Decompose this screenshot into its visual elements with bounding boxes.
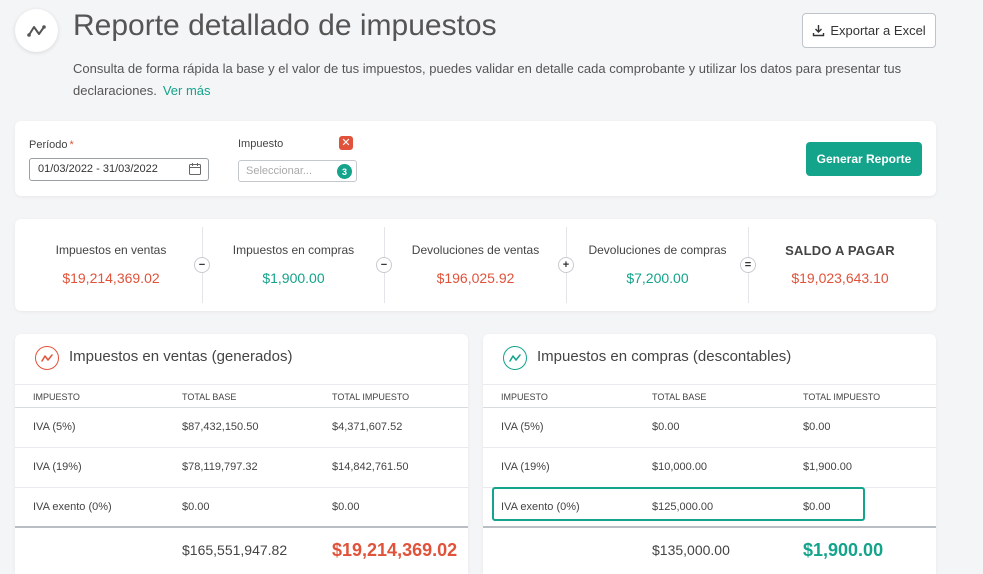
see-more-link[interactable]: Ver más: [163, 83, 211, 98]
table-row[interactable]: IVA (5%) $87,432,150.50 $4,371,607.52: [15, 408, 468, 448]
summary-balance-due: SALDO A PAGAR $19,023,643.10: [749, 219, 931, 311]
purchase-taxes-table: Impuestos en compras (descontables) IMPU…: [483, 334, 936, 574]
total-base: $165,551,947.82: [182, 542, 288, 558]
table-row[interactable]: IVA exento (0%) $125,000.00 $0.00: [483, 488, 936, 528]
generate-report-button[interactable]: Generar Reporte: [806, 142, 922, 176]
period-value: 01/03/2022 - 31/03/2022: [38, 163, 158, 175]
export-excel-label: Exportar a Excel: [830, 23, 926, 38]
selected-count-badge: 3: [337, 164, 352, 179]
summary-sales-returns: Devoluciones de ventas $196,025.92: [385, 219, 566, 311]
table-total-row: $135,000.00 $1,900.00: [483, 526, 936, 574]
summary-value: $7,200.00: [626, 270, 689, 286]
total-tax: $1,900.00: [803, 540, 884, 560]
table-row[interactable]: IVA exento (0%) $0.00 $0.00: [15, 488, 468, 528]
table-row[interactable]: IVA (5%) $0.00 $0.00: [483, 408, 936, 448]
clear-tax-icon[interactable]: ✕: [339, 136, 353, 150]
tax-placeholder: Seleccionar...: [246, 165, 313, 177]
page-description: Consulta de forma rápida la base y el va…: [73, 58, 903, 102]
summary-purchase-taxes: Impuestos en compras $1,900.00: [203, 219, 384, 311]
purchases-table-title: Impuestos en compras (descontables): [537, 348, 792, 365]
tax-select[interactable]: Seleccionar... 3: [238, 160, 357, 182]
table-header: IMPUESTO TOTAL BASE TOTAL IMPUESTO: [483, 384, 936, 408]
download-icon: [813, 25, 825, 37]
filter-panel: Período * 01/03/2022 - 31/03/2022 Impuest…: [15, 121, 936, 196]
table-header: IMPUESTO TOTAL BASE TOTAL IMPUESTO: [15, 384, 468, 408]
sales-taxes-table: Impuestos en ventas (generados) IMPUESTO…: [15, 334, 468, 574]
report-chart-icon: [15, 9, 58, 52]
export-excel-button[interactable]: Exportar a Excel: [802, 13, 936, 48]
table-row[interactable]: IVA (19%) $10,000.00 $1,900.00: [483, 448, 936, 488]
purchases-trend-icon: [503, 346, 527, 370]
required-mark: *: [69, 139, 74, 151]
tax-summary-panel: Impuestos en ventas $19,214,369.02 − Imp…: [15, 219, 936, 311]
summary-value: $196,025.92: [436, 270, 515, 286]
calendar-icon[interactable]: [188, 162, 202, 176]
sales-trend-icon: [35, 346, 59, 370]
table-row[interactable]: IVA (19%) $78,119,797.32 $14,842,761.50: [15, 448, 468, 488]
summary-value: $1,900.00: [262, 270, 325, 286]
total-tax: $19,214,369.02: [332, 540, 458, 560]
table-total-row: $165,551,947.82 $19,214,369.02: [15, 526, 468, 574]
period-label: Período *: [29, 139, 74, 151]
summary-value: $19,023,643.10: [791, 270, 889, 286]
total-base: $135,000.00: [652, 542, 730, 558]
tax-label: Impuesto: [238, 138, 284, 150]
summary-value: $19,214,369.02: [62, 270, 160, 286]
summary-sales-taxes: Impuestos en ventas $19,214,369.02: [15, 219, 207, 311]
period-date-range-input[interactable]: 01/03/2022 - 31/03/2022: [29, 158, 209, 181]
page-title: Reporte detallado de impuestos: [73, 9, 497, 42]
summary-purchase-returns: Devoluciones de compras $7,200.00: [567, 219, 748, 311]
sales-table-title: Impuestos en ventas (generados): [69, 348, 293, 365]
